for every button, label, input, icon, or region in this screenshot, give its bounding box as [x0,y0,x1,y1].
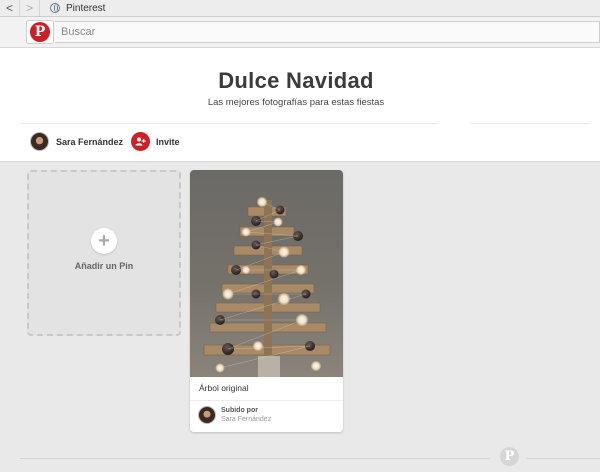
avatar[interactable] [198,406,216,424]
pin-description: Árbol original [199,383,249,393]
search-input[interactable] [55,21,600,43]
christmas-tree-photo [203,197,331,377]
credit-label: Subido por [221,407,258,414]
back-button[interactable]: < [0,0,20,16]
avatar[interactable] [30,132,49,151]
add-person-icon[interactable] [131,132,150,151]
owner-name[interactable]: Sara Fernández [56,137,123,147]
browser-toolbar: < > Pinterest [0,0,600,17]
divider [470,123,590,124]
search-header: P [0,17,600,48]
pin-credit[interactable]: Subido por Sara Fernández [198,406,271,424]
board-title: Dulce Navidad [218,68,374,93]
pin-card[interactable]: Árbol original Subido por Sara Fernández [190,170,343,432]
board-header: Dulce Navidad Las mejores fotografías pa… [0,48,600,162]
invite-button[interactable]: Invite [131,132,180,151]
credit-name[interactable]: Sara Fernández [221,415,271,424]
invite-label[interactable]: Invite [156,137,180,147]
forward-button[interactable]: > [20,0,40,16]
board-owner[interactable]: Sara Fernández [30,132,123,151]
add-pin-label[interactable]: Añadir un Pin [29,261,179,271]
divider [527,458,600,459]
divider [190,400,343,401]
board-description: Las mejores fotografías para estas fiest… [207,97,385,108]
add-pin-button[interactable]: + Añadir un Pin [27,170,181,336]
plus-icon[interactable]: + [91,228,117,254]
globe-icon [50,3,60,13]
divider [20,123,438,124]
pin-image[interactable] [190,170,343,377]
tab-title[interactable]: Pinterest [66,3,105,14]
pinterest-logo-icon[interactable]: P [500,447,519,466]
divider [20,458,490,459]
pinterest-logo-icon[interactable]: P [30,22,50,42]
